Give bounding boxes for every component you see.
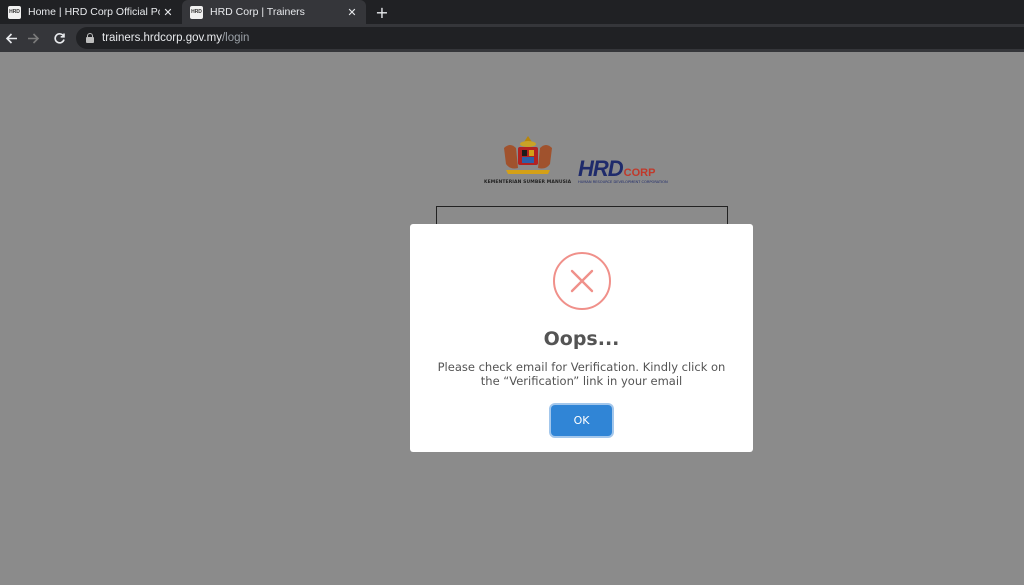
tab-home[interactable]: HRD Home | HRD Corp Official Portal ✕: [0, 0, 182, 24]
url-host: trainers.hrdcorp.gov.my: [102, 32, 222, 44]
site-favicon-icon: HRD: [8, 5, 21, 19]
close-tab-icon[interactable]: ✕: [344, 4, 360, 20]
address-bar[interactable]: trainers.hrdcorp.gov.my/login: [76, 27, 1024, 49]
close-tab-icon[interactable]: ✕: [160, 4, 176, 20]
browser-toolbar: trainers.hrdcorp.gov.my/login: [0, 24, 1024, 52]
error-dialog: Oops... Please check email for Verificat…: [410, 224, 753, 452]
error-x-icon: [553, 252, 611, 310]
new-tab-button[interactable]: +: [372, 2, 392, 22]
ok-button[interactable]: OK: [551, 405, 612, 436]
brand-main: HRD: [578, 156, 624, 181]
brand-corp: CORP: [623, 167, 656, 179]
ministry-label: KEMENTERIAN SUMBER MANUSIA: [484, 180, 572, 185]
tab-title: Home | HRD Corp Official Portal: [28, 6, 160, 18]
dialog-message: Please check email for Verification. Kin…: [437, 360, 726, 388]
tab-trainers[interactable]: HRD HRD Corp | Trainers ✕: [182, 0, 366, 24]
forward-arrow-icon[interactable]: [24, 29, 42, 47]
tab-strip: HRD Home | HRD Corp Official Portal ✕ HR…: [0, 0, 1024, 24]
site-favicon-icon: HRD: [190, 5, 203, 19]
logo-group: KEMENTERIAN SUMBER MANUSIA HRD CORP HUMA…: [484, 134, 684, 190]
url-path: /login: [221, 32, 250, 44]
tab-title: HRD Corp | Trainers: [210, 6, 305, 18]
lock-icon: [86, 33, 94, 43]
hrdcorp-logo: HRD CORP: [578, 156, 656, 181]
back-arrow-icon[interactable]: [2, 29, 20, 47]
reload-icon[interactable]: [50, 29, 68, 47]
coat-of-arms-logo: [498, 134, 558, 178]
dialog-title: Oops...: [543, 328, 620, 350]
brand-subtitle: HUMAN RESOURCE DEVELOPMENT CORPORATION: [578, 180, 668, 184]
